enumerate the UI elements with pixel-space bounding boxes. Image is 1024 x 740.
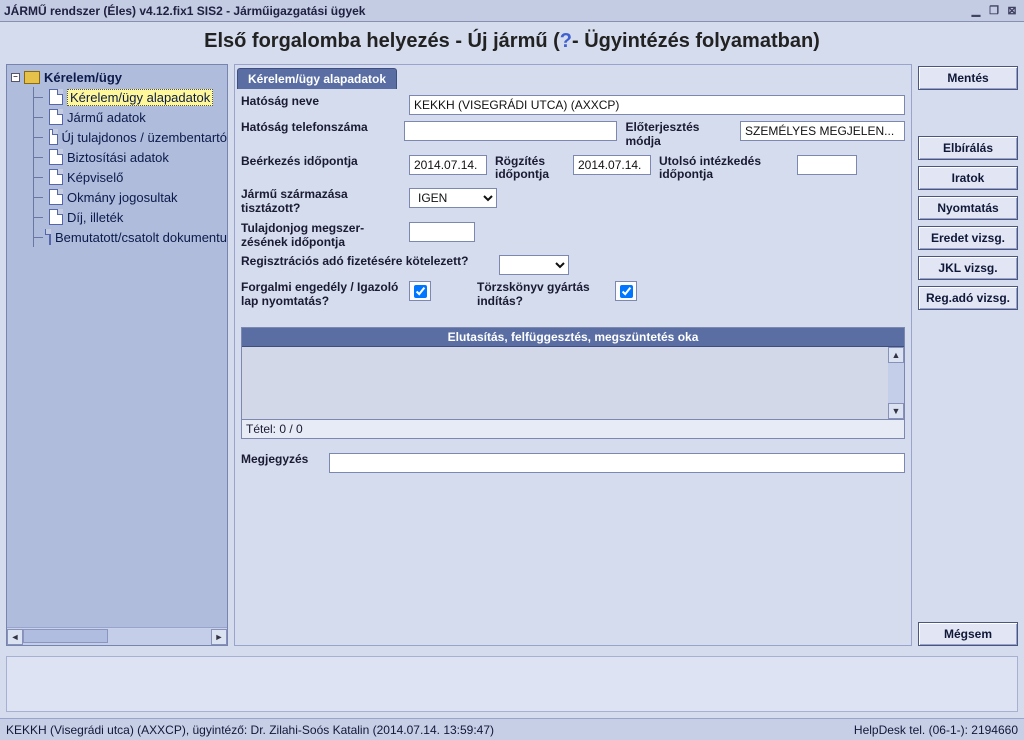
label-forgalmi: Forgalmi engedély / Igazoló lap nyomtatá… (241, 281, 401, 309)
collapse-icon[interactable]: – (11, 73, 20, 82)
field-beerkezes[interactable] (409, 155, 487, 175)
field-eloterjesztes (740, 121, 905, 141)
label-torzskonyv: Törzskönyv gyártás indítás? (477, 281, 607, 309)
page-icon (49, 169, 63, 185)
folder-icon (24, 71, 40, 84)
label-hatosag-tel: Hatóság telefonszáma (241, 121, 396, 135)
form-panel: Kérelem/ügy alapadatok Hatóság neve Ható… (234, 64, 912, 646)
heading-suffix: - Ügyintézés folyamatban) (572, 30, 820, 53)
cancel-button[interactable]: Mégsem (918, 622, 1018, 646)
scroll-right-icon[interactable]: ► (211, 629, 227, 645)
field-utolso (797, 155, 857, 175)
page-icon (49, 189, 63, 205)
eredet-vizsg-button[interactable]: Eredet vizsg. (918, 226, 1018, 250)
tree-item-jarmu[interactable]: Jármű adatok (7, 107, 227, 127)
status-left: KEKKH (Visegrádi utca) (AXXCP), ügyintéz… (6, 723, 494, 737)
maximize-icon[interactable]: ❐ (986, 3, 1002, 19)
tree-root[interactable]: – Kérelem/ügy (7, 67, 227, 87)
window-title: JÁRMŰ rendszer (Éles) v4.12.fix1 SIS2 - … (4, 4, 365, 18)
label-hatosag-neve: Hatóság neve (241, 95, 401, 109)
tab-kerelem-alap[interactable]: Kérelem/ügy alapadatok (237, 68, 397, 89)
titlebar: JÁRMŰ rendszer (Éles) v4.12.fix1 SIS2 - … (0, 0, 1024, 22)
save-button[interactable]: Mentés (918, 66, 1018, 90)
elbiralas-button[interactable]: Elbírálás (918, 136, 1018, 160)
reasons-table-header: Elutasítás, felfüggesztés, megszüntetés … (242, 328, 904, 347)
label-megjegyzes: Megjegyzés (241, 453, 321, 467)
tree-item-kerelem-alap[interactable]: Kérelem/ügy alapadatok (7, 87, 227, 107)
label-tulajdonjog: Tulajdonjog megszer-zésének időpontja (241, 222, 401, 250)
tree-item-biztositas[interactable]: Biztosítási adatok (7, 147, 227, 167)
heading-prefix: Első forgalomba helyezés - Új jármű ( (204, 30, 560, 53)
statusbar: KEKKH (Visegrádi utca) (AXXCP), ügyintéz… (0, 718, 1024, 740)
tree-scrollbar[interactable]: ◄ ► (7, 627, 227, 645)
page-icon (49, 109, 63, 125)
reasons-table: Elutasítás, felfüggesztés, megszüntetés … (241, 327, 905, 439)
page-icon (49, 129, 58, 145)
status-right: HelpDesk tel. (06-1-): 2194660 (854, 723, 1018, 737)
nyomtatas-button[interactable]: Nyomtatás (918, 196, 1018, 220)
scroll-up-icon[interactable]: ▲ (888, 347, 904, 363)
bottom-area: KEKKH (Visegrádi utca) (AXXCP), ügyintéz… (0, 650, 1024, 740)
select-regado[interactable] (499, 255, 569, 275)
label-beerkezes: Beérkezés időpontja (241, 155, 401, 169)
tree-item-uj-tulajdonos[interactable]: Új tulajdonos / üzembentartó (7, 127, 227, 147)
field-rogzites (573, 155, 651, 175)
page-heading: Első forgalomba helyezés - Új jármű ( ? … (0, 22, 1024, 60)
heading-qmark: ? (560, 30, 572, 53)
page-icon (49, 149, 63, 165)
regado-vizsg-button[interactable]: Reg.adó vizsg. (918, 286, 1018, 310)
select-szarmazas[interactable]: IGEN (409, 188, 497, 208)
label-utolso: Utolsó intézkedés időpontja (659, 155, 789, 183)
field-tulajdonjog[interactable] (409, 222, 475, 242)
right-button-panel: Mentés Elbírálás Iratok Nyomtatás Eredet… (918, 64, 1018, 646)
reasons-table-body: ▲ ▼ (242, 347, 904, 419)
field-megjegyzes (329, 453, 905, 473)
field-hatosag-tel (404, 121, 617, 141)
scroll-left-icon[interactable]: ◄ (7, 629, 23, 645)
tree-root-label: Kérelem/ügy (44, 70, 122, 85)
jkl-vizsg-button[interactable]: JKL vizsg. (918, 256, 1018, 280)
tree-item-okmany[interactable]: Okmány jogosultak (7, 187, 227, 207)
scroll-down-icon[interactable]: ▼ (888, 403, 904, 419)
tree-item-dokumentumok[interactable]: Bemutatott/csatolt dokumentu (7, 227, 227, 247)
page-icon (49, 89, 63, 105)
minimize-icon[interactable]: ▁ (968, 3, 984, 19)
checkbox-forgalmi[interactable] (414, 285, 427, 298)
checkbox-torzskonyv[interactable] (620, 285, 633, 298)
tree-item-dij[interactable]: Díj, illeték (7, 207, 227, 227)
label-regado: Regisztrációs adó fizetésére kötelezett? (241, 255, 491, 269)
tree-item-kepviselo[interactable]: Képviselő (7, 167, 227, 187)
field-hatosag-neve (409, 95, 905, 115)
message-area (6, 656, 1018, 712)
reasons-table-footer: Tétel: 0 / 0 (242, 419, 904, 438)
label-szarmazas: Jármű származása tisztázott? (241, 188, 401, 216)
label-eloterjesztes: Előterjesztés módja (625, 121, 732, 149)
app-window: JÁRMŰ rendszer (Éles) v4.12.fix1 SIS2 - … (0, 0, 1024, 740)
label-rogzites: Rögzítés időpontja (495, 155, 565, 183)
close-icon[interactable]: ⊠ (1004, 3, 1020, 19)
table-scrollbar[interactable]: ▲ ▼ (888, 347, 904, 419)
page-icon (49, 229, 51, 245)
iratok-button[interactable]: Iratok (918, 166, 1018, 190)
page-icon (49, 209, 63, 225)
tree-panel: – Kérelem/ügy Kérelem/ügy alapadatok Jár… (6, 64, 228, 646)
